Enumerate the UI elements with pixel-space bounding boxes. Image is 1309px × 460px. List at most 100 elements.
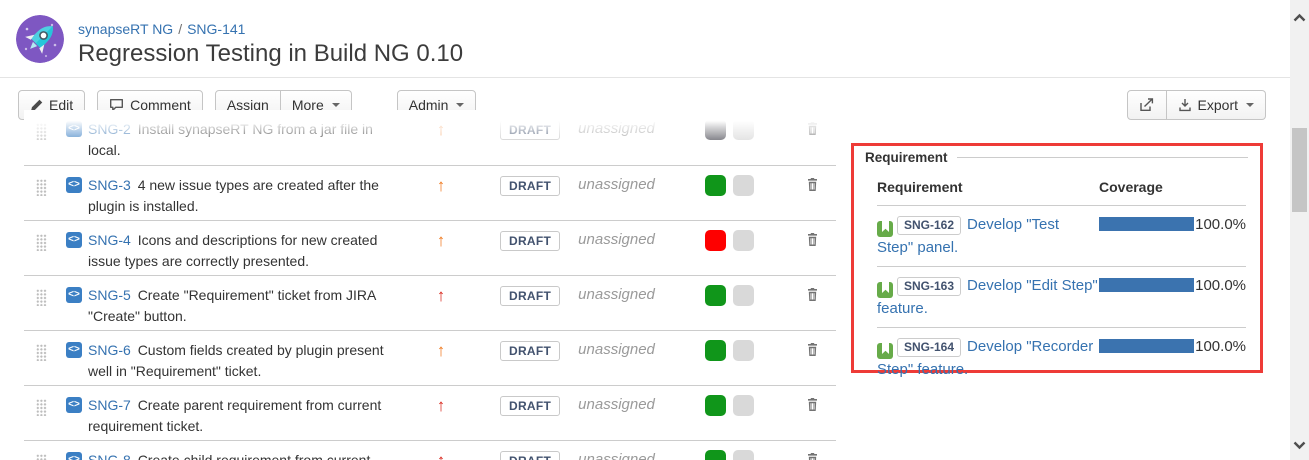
requirement-key-badge[interactable]: SNG-164	[897, 338, 961, 357]
trash-icon[interactable]	[806, 342, 819, 362]
issue-key-link[interactable]: SNG-8	[88, 452, 131, 460]
result-slot[interactable]	[733, 175, 754, 196]
issue-key-link[interactable]: SNG-2	[88, 121, 131, 137]
chevron-down-icon	[1246, 103, 1254, 107]
issue-key-link[interactable]: SNG-6	[88, 342, 131, 358]
drag-handle-icon[interactable]	[36, 234, 47, 251]
priority-up-icon: ↑	[396, 120, 486, 140]
chevron-down-icon	[1293, 441, 1306, 450]
trash-icon[interactable]	[806, 287, 819, 307]
assignee-label: unassigned	[578, 120, 688, 137]
issue-summary-cell: <> SNG-3 4 new issue types are created a…	[66, 175, 396, 217]
vertical-scrollbar[interactable]	[1290, 0, 1309, 460]
issue-key-link[interactable]: SNG-4	[88, 232, 131, 248]
chevron-down-icon	[332, 103, 340, 107]
coverage-percent-label: 100.0%	[1195, 278, 1246, 294]
priority-up-icon: ↑	[396, 341, 486, 361]
drag-handle-icon[interactable]	[36, 123, 47, 140]
table-row: <> SNG-6 Custom fields created by plugin…	[24, 331, 836, 386]
test-case-type-icon: <>	[66, 397, 82, 413]
result-slot[interactable]	[733, 119, 754, 140]
download-icon	[1178, 98, 1192, 112]
table-row: <> SNG-8 Create child requirement from c…	[24, 441, 836, 460]
breadcrumb-project-link[interactable]: synapseRT NG	[78, 21, 173, 37]
share-button[interactable]	[1127, 90, 1167, 120]
trash-icon[interactable]	[806, 397, 819, 417]
result-indicator[interactable]	[705, 175, 726, 196]
requirement-table-header: Requirement Coverage	[877, 173, 1246, 206]
requirement-row: SNG-162Develop "Test Step" panel. 100.0%	[877, 206, 1246, 267]
table-row: <> SNG-4 Icons and descriptions for new …	[24, 221, 836, 276]
scroll-down-button[interactable]	[1290, 434, 1309, 456]
share-icon	[1139, 98, 1155, 112]
assignee-label: unassigned	[578, 451, 688, 460]
issue-key-link[interactable]: SNG-5	[88, 287, 131, 303]
breadcrumb: synapseRT NG / SNG-141	[78, 21, 245, 37]
result-indicator[interactable]	[705, 230, 726, 251]
result-indicator[interactable]	[705, 340, 726, 361]
rocket-icon	[16, 15, 64, 63]
breadcrumb-issue-link[interactable]: SNG-141	[187, 21, 245, 37]
trash-icon[interactable]	[806, 121, 819, 141]
requirement-key-badge[interactable]: SNG-163	[897, 277, 961, 296]
coverage-percent-label: 100.0%	[1195, 217, 1246, 233]
issue-summary: Icons and descriptions for new created i…	[88, 232, 377, 269]
requirement-cell: SNG-163Develop "Edit Step" feature.	[877, 275, 1099, 320]
result-indicator[interactable]	[705, 395, 726, 416]
priority-up-icon: ↑	[396, 396, 486, 416]
issue-key-link[interactable]: SNG-3	[88, 177, 131, 193]
status-badge: DRAFT	[500, 286, 560, 306]
toolbar-right: Export	[1127, 90, 1266, 120]
table-row: <> SNG-5 Create "Requirement" ticket fro…	[24, 276, 836, 331]
requirement-table: Requirement Coverage SNG-162Develop "Tes…	[877, 173, 1246, 388]
status-badge: DRAFT	[500, 120, 560, 140]
trash-icon[interactable]	[806, 452, 819, 460]
requirement-cell: SNG-162Develop "Test Step" panel.	[877, 214, 1099, 259]
result-slot[interactable]	[733, 395, 754, 416]
status-badge: DRAFT	[500, 341, 560, 361]
table-row: <> SNG-2 Install synapseRT NG from a jar…	[24, 110, 836, 166]
scroll-up-button[interactable]	[1290, 6, 1309, 28]
issue-header: synapseRT NG / SNG-141 Regression Testing …	[0, 0, 1290, 78]
test-case-table: <> SNG-2 Install synapseRT NG from a jar…	[24, 110, 836, 460]
drag-handle-icon[interactable]	[36, 399, 47, 416]
requirement-key-badge[interactable]: SNG-162	[897, 216, 961, 235]
issue-summary-cell: <> SNG-7 Create parent requirement from …	[66, 395, 396, 437]
test-case-type-icon: <>	[66, 232, 82, 248]
issue-summary: Create parent requirement from current r…	[88, 397, 381, 434]
drag-handle-icon[interactable]	[36, 179, 47, 196]
coverage-cell: 100.0%	[1099, 214, 1246, 259]
result-slot[interactable]	[733, 285, 754, 306]
requirement-type-icon	[877, 282, 893, 298]
scrollbar-thumb[interactable]	[1292, 128, 1307, 212]
project-avatar[interactable]	[16, 15, 64, 63]
result-slot[interactable]	[733, 230, 754, 251]
requirement-type-icon	[877, 221, 893, 237]
drag-handle-icon[interactable]	[36, 344, 47, 361]
assignee-label: unassigned	[578, 286, 688, 303]
result-indicator[interactable]	[705, 119, 726, 140]
requirement-cell: SNG-164Develop "Recorder Step" feature.	[877, 336, 1099, 381]
issue-summary: Create child requirement from current	[138, 452, 371, 460]
result-indicator[interactable]	[705, 450, 726, 460]
trash-icon[interactable]	[806, 177, 819, 197]
status-badge: DRAFT	[500, 176, 560, 196]
breadcrumb-separator: /	[178, 21, 182, 37]
trash-icon[interactable]	[806, 232, 819, 252]
drag-handle-icon[interactable]	[36, 289, 47, 306]
result-indicator[interactable]	[705, 285, 726, 306]
issue-summary: Custom fields created by plugin present …	[88, 342, 384, 379]
export-dropdown-button[interactable]: Export	[1167, 90, 1266, 120]
share-export-group: Export	[1127, 90, 1266, 120]
priority-up-icon: ↑	[396, 176, 486, 196]
chevron-up-icon	[1293, 13, 1306, 22]
result-slot[interactable]	[733, 450, 754, 460]
coverage-percent-label: 100.0%	[1195, 339, 1246, 355]
issue-key-link[interactable]: SNG-7	[88, 397, 131, 413]
drag-handle-icon[interactable]	[36, 454, 47, 460]
requirement-row: SNG-163Develop "Edit Step" feature. 100.…	[877, 267, 1246, 328]
coverage-progress-bar	[1099, 217, 1194, 231]
result-slot[interactable]	[733, 340, 754, 361]
page-title: Regression Testing in Build NG 0.10	[78, 40, 463, 68]
assignee-label: unassigned	[578, 176, 688, 193]
